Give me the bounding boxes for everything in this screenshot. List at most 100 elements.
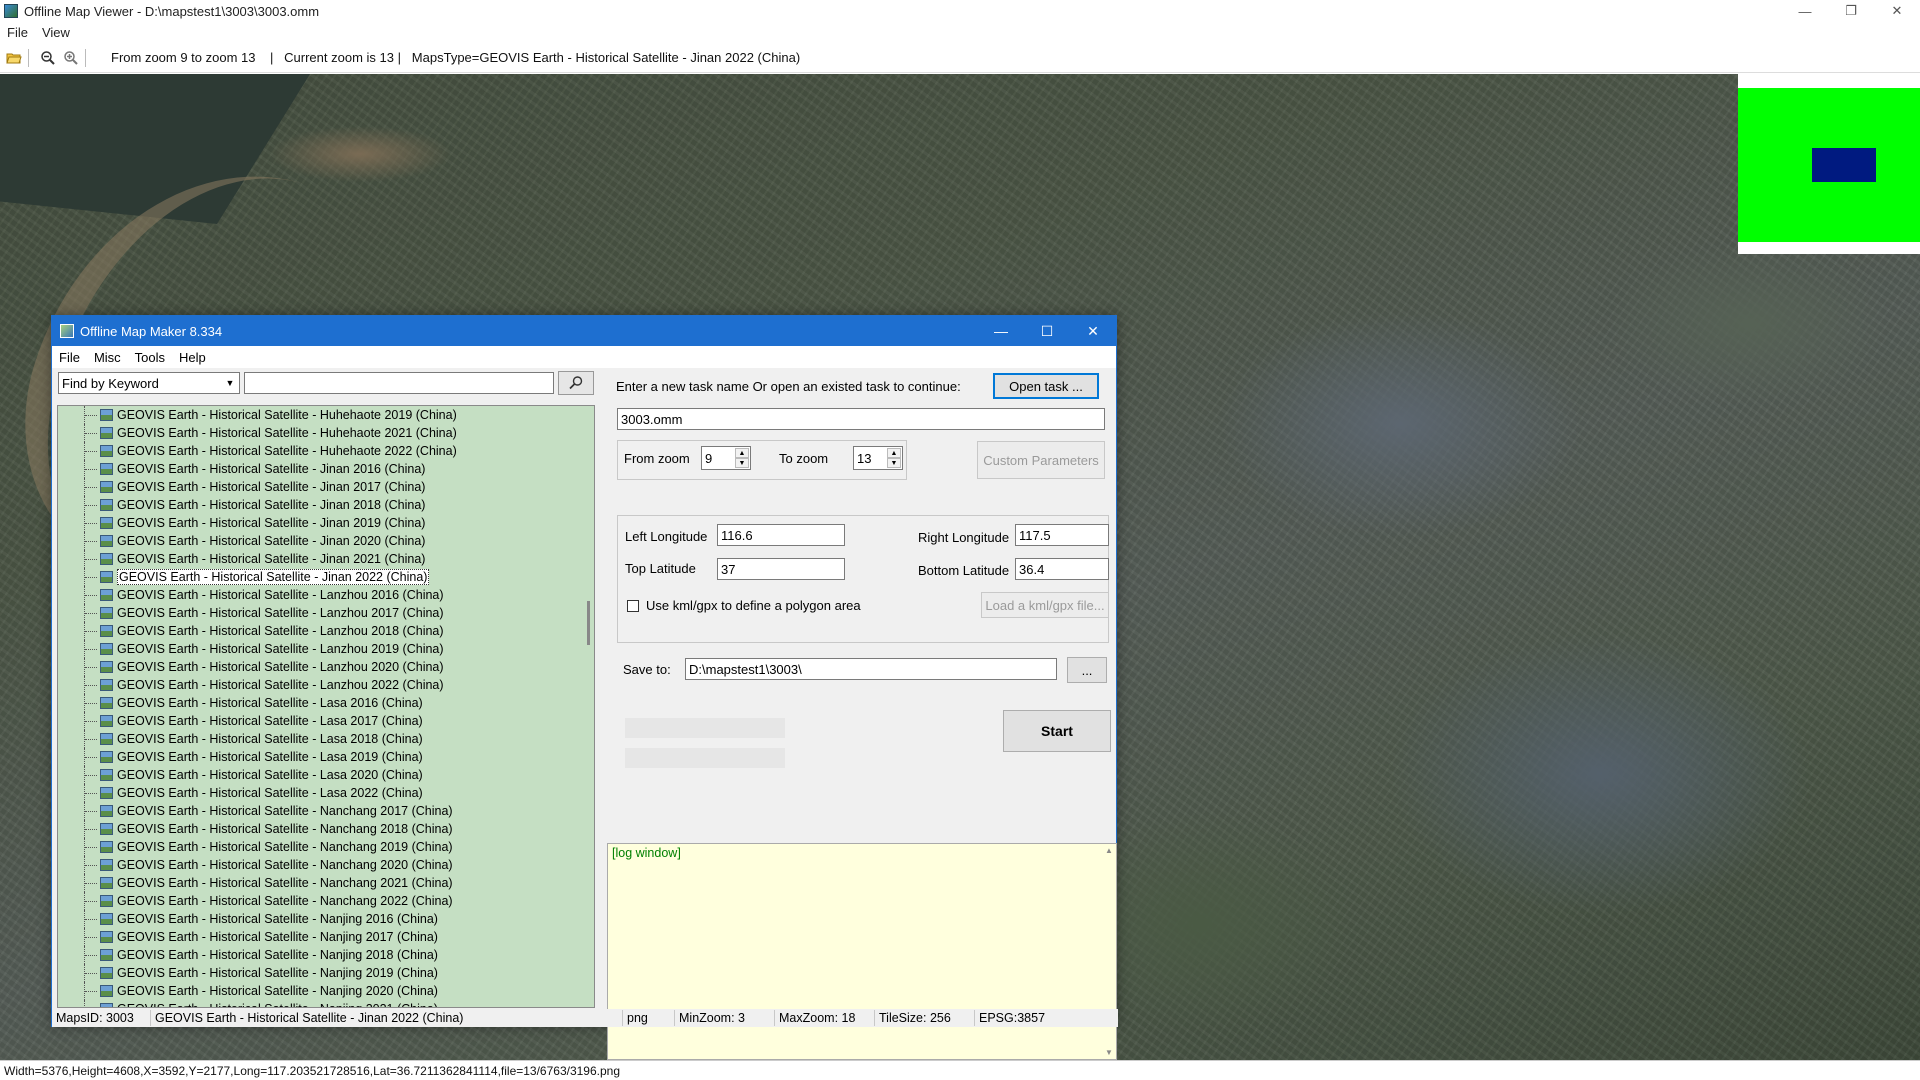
top-latitude-input[interactable]: 37 [717, 558, 845, 580]
minimap-viewport[interactable] [1812, 148, 1876, 182]
to-zoom-spin-buttons[interactable]: ▲ ▼ [887, 448, 901, 468]
dialog-menu-tools[interactable]: Tools [128, 350, 172, 365]
start-button[interactable]: Start [1003, 710, 1111, 752]
task-name-input[interactable]: 3003.omm [617, 408, 1105, 430]
save-path-input[interactable]: D:\mapstest1\3003\ [685, 658, 1057, 680]
from-zoom-value: 9 [705, 450, 713, 466]
dialog-menu-help[interactable]: Help [172, 350, 213, 365]
map-type-label: GEOVIS Earth - Historical Satellite - Na… [117, 804, 453, 818]
search-button[interactable] [558, 371, 594, 395]
bottom-latitude-label: Bottom Latitude [918, 563, 1010, 578]
map-type-item[interactable]: GEOVIS Earth - Historical Satellite - La… [58, 694, 594, 712]
map-type-item[interactable]: GEOVIS Earth - Historical Satellite - La… [58, 604, 594, 622]
map-type-label: GEOVIS Earth - Historical Satellite - Ji… [117, 498, 426, 512]
close-button[interactable]: ✕ [1874, 0, 1920, 22]
load-kml-button[interactable]: Load a kml/gpx file... [981, 592, 1109, 618]
map-type-item[interactable]: GEOVIS Earth - Historical Satellite - La… [58, 712, 594, 730]
status-format: png [623, 1010, 675, 1026]
map-type-item[interactable]: GEOVIS Earth - Historical Satellite - Na… [58, 910, 594, 928]
minimize-button[interactable]: — [1782, 0, 1828, 22]
map-type-item[interactable]: GEOVIS Earth - Historical Satellite - La… [58, 766, 594, 784]
status-max-zoom: MaxZoom: 18 [775, 1010, 875, 1026]
task-prompt-label: Enter a new task name Or open an existed… [616, 379, 961, 394]
map-type-item[interactable]: GEOVIS Earth - Historical Satellite - Na… [58, 874, 594, 892]
minimap[interactable] [1738, 74, 1920, 254]
map-type-item[interactable]: GEOVIS Earth - Historical Satellite - La… [58, 730, 594, 748]
dialog-minimize-button[interactable]: — [978, 316, 1024, 346]
menu-file[interactable]: File [0, 25, 35, 40]
from-zoom-stepper[interactable]: 9 ▲ ▼ [701, 446, 751, 470]
zoom-in-icon[interactable] [62, 49, 80, 67]
map-type-item[interactable]: GEOVIS Earth - Historical Satellite - La… [58, 676, 594, 694]
from-zoom-spin-buttons[interactable]: ▲ ▼ [735, 448, 749, 468]
map-type-item[interactable]: GEOVIS Earth - Historical Satellite - Na… [58, 982, 594, 1000]
custom-parameters-button[interactable]: Custom Parameters [977, 441, 1105, 479]
map-type-item[interactable]: GEOVIS Earth - Historical Satellite - Hu… [58, 406, 594, 424]
right-longitude-input[interactable]: 117.5 [1015, 524, 1109, 546]
map-type-item[interactable]: GEOVIS Earth - Historical Satellite - Hu… [58, 442, 594, 460]
to-zoom-stepper[interactable]: 13 ▲ ▼ [853, 446, 903, 470]
scroll-up-icon[interactable]: ▲ [1105, 846, 1113, 855]
map-type-tree[interactable]: GEOVIS Earth - Historical Satellite - Hu… [57, 405, 595, 1008]
dialog-menu-misc[interactable]: Misc [87, 350, 128, 365]
to-zoom-label: To zoom [779, 451, 829, 466]
map-type-item[interactable]: GEOVIS Earth - Historical Satellite - Ji… [58, 568, 594, 586]
app-icon [4, 4, 18, 18]
map-type-item[interactable]: GEOVIS Earth - Historical Satellite - Na… [58, 892, 594, 910]
map-type-item[interactable]: GEOVIS Earth - Historical Satellite - Ji… [58, 496, 594, 514]
menu-view[interactable]: View [35, 25, 77, 40]
dialog-close-button[interactable]: ✕ [1070, 316, 1116, 346]
dialog-menu-file[interactable]: File [52, 350, 87, 365]
map-type-item[interactable]: GEOVIS Earth - Historical Satellite - Ji… [58, 460, 594, 478]
map-type-item[interactable]: GEOVIS Earth - Historical Satellite - Na… [58, 928, 594, 946]
up-arrow-icon[interactable]: ▲ [887, 448, 901, 458]
tree-scrollbar-thumb[interactable] [587, 601, 590, 645]
save-to-label: Save to: [623, 662, 671, 677]
bottom-latitude-input[interactable]: 36.4 [1015, 558, 1109, 580]
map-type-item[interactable]: GEOVIS Earth - Historical Satellite - Na… [58, 1000, 594, 1007]
map-type-item[interactable]: GEOVIS Earth - Historical Satellite - Na… [58, 802, 594, 820]
progress-bar-1 [625, 718, 785, 738]
search-mode-select[interactable]: Find by Keyword ▼ [58, 372, 240, 394]
map-type-item[interactable]: GEOVIS Earth - Historical Satellite - Na… [58, 946, 594, 964]
map-type-item[interactable]: GEOVIS Earth - Historical Satellite - Ji… [58, 478, 594, 496]
map-type-item[interactable]: GEOVIS Earth - Historical Satellite - Ji… [58, 514, 594, 532]
map-type-item[interactable]: GEOVIS Earth - Historical Satellite - Ji… [58, 550, 594, 568]
map-type-item[interactable]: GEOVIS Earth - Historical Satellite - La… [58, 658, 594, 676]
map-type-item[interactable]: GEOVIS Earth - Historical Satellite - Na… [58, 856, 594, 874]
log-window[interactable]: [log window] ▲ ▼ [607, 843, 1117, 1060]
map-type-label: GEOVIS Earth - Historical Satellite - Ji… [117, 462, 426, 476]
map-type-item[interactable]: GEOVIS Earth - Historical Satellite - Na… [58, 838, 594, 856]
from-zoom-label: From zoom [624, 451, 690, 466]
down-arrow-icon[interactable]: ▼ [887, 458, 901, 468]
up-arrow-icon[interactable]: ▲ [735, 448, 749, 458]
map-type-item[interactable]: GEOVIS Earth - Historical Satellite - La… [58, 586, 594, 604]
map-type-item[interactable]: GEOVIS Earth - Historical Satellite - Na… [58, 820, 594, 838]
map-type-label: GEOVIS Earth - Historical Satellite - Na… [117, 930, 438, 944]
map-type-item[interactable]: GEOVIS Earth - Historical Satellite - La… [58, 784, 594, 802]
browse-button[interactable]: ... [1067, 657, 1107, 683]
open-folder-icon[interactable] [5, 49, 23, 67]
map-type-label: GEOVIS Earth - Historical Satellite - Na… [117, 858, 453, 872]
zoom-out-icon[interactable] [39, 49, 57, 67]
open-task-button[interactable]: Open task ... [993, 373, 1099, 399]
use-kml-checkbox[interactable] [627, 600, 639, 612]
map-layer-icon [100, 463, 113, 475]
map-maker-dialog: Offline Map Maker 8.334 — ☐ ✕ File Misc … [51, 315, 1118, 1060]
scroll-down-icon[interactable]: ▼ [1105, 1048, 1113, 1057]
left-longitude-input[interactable]: 116.6 [717, 524, 845, 546]
map-type-item[interactable]: GEOVIS Earth - Historical Satellite - La… [58, 640, 594, 658]
map-type-item[interactable]: GEOVIS Earth - Historical Satellite - Hu… [58, 424, 594, 442]
down-arrow-icon[interactable]: ▼ [735, 458, 749, 468]
status-maps-id: MapsID: 3003 [52, 1010, 151, 1026]
map-type-item[interactable]: GEOVIS Earth - Historical Satellite - La… [58, 748, 594, 766]
dialog-maximize-button[interactable]: ☐ [1024, 316, 1070, 346]
search-input[interactable] [244, 372, 554, 394]
map-type-item[interactable]: GEOVIS Earth - Historical Satellite - La… [58, 622, 594, 640]
right-longitude-label: Right Longitude [918, 530, 1010, 545]
restore-button[interactable]: ❐ [1828, 0, 1874, 22]
map-type-label: GEOVIS Earth - Historical Satellite - La… [117, 732, 423, 746]
tree-scrollbar[interactable] [586, 406, 594, 1007]
map-type-item[interactable]: GEOVIS Earth - Historical Satellite - Ji… [58, 532, 594, 550]
map-type-item[interactable]: GEOVIS Earth - Historical Satellite - Na… [58, 964, 594, 982]
